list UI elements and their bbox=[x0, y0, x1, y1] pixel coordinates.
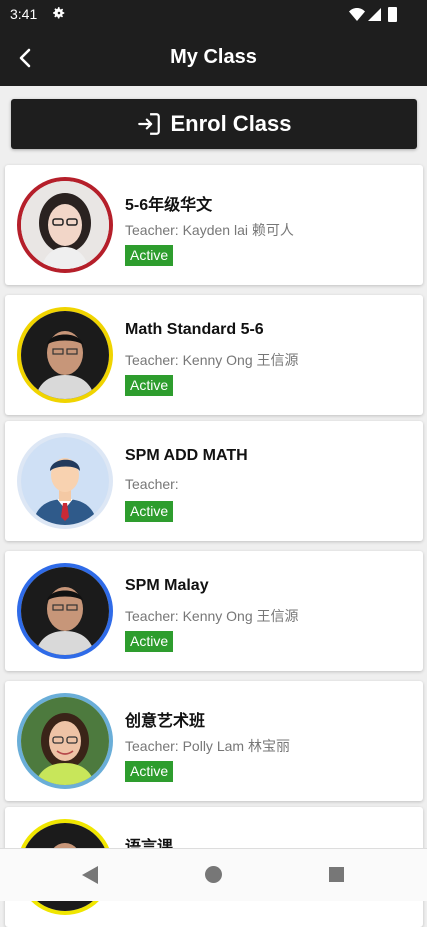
status-bar: 3:41 bbox=[0, 0, 427, 30]
class-card[interactable]: Math Standard 5-6 Teacher: Kenny Ong 王信源… bbox=[5, 295, 423, 415]
status-badge: Active bbox=[125, 761, 174, 782]
status-badge: Active bbox=[125, 245, 174, 266]
nav-back-icon[interactable] bbox=[82, 866, 98, 884]
gear-icon bbox=[53, 7, 65, 19]
class-teacher: Teacher: Polly Lam 林宝丽 bbox=[125, 738, 290, 754]
avatar bbox=[17, 307, 113, 403]
system-nav-bar bbox=[0, 848, 427, 901]
class-name: 创意艺术班 bbox=[125, 713, 206, 730]
class-card[interactable]: 5-6年级华文 Teacher: Kayden lai 赖可人 Active bbox=[5, 165, 423, 285]
nav-recents-icon[interactable] bbox=[329, 867, 344, 882]
class-name: SPM ADD MATH bbox=[125, 447, 248, 464]
enrol-class-button[interactable]: Enrol Class bbox=[11, 99, 417, 149]
battery-icon bbox=[388, 7, 397, 22]
status-badge: Active bbox=[125, 375, 174, 396]
class-card[interactable]: 创意艺术班 Teacher: Polly Lam 林宝丽 Active bbox=[5, 681, 423, 801]
enrol-class-label: Enrol Class bbox=[170, 111, 292, 136]
status-time: 3:41 bbox=[10, 6, 38, 22]
login-icon bbox=[138, 113, 161, 135]
avatar bbox=[17, 177, 113, 273]
page-title: My Class bbox=[170, 46, 257, 68]
class-teacher: Teacher: bbox=[125, 476, 179, 492]
class-name: Math Standard 5-6 bbox=[125, 321, 264, 338]
class-name: SPM Malay bbox=[125, 577, 209, 594]
class-teacher: Teacher: Kenny Ong 王信源 bbox=[125, 608, 299, 624]
class-teacher: Teacher: Kenny Ong 王信源 bbox=[125, 352, 299, 368]
avatar bbox=[17, 693, 113, 789]
class-card[interactable]: SPM ADD MATH Teacher: Active bbox=[5, 421, 423, 541]
class-teacher: Teacher: Kayden lai 赖可人 bbox=[125, 222, 294, 238]
avatar bbox=[17, 563, 113, 659]
signal-icon bbox=[368, 8, 381, 21]
app-bar: My Class bbox=[0, 30, 427, 86]
nav-home-icon[interactable] bbox=[205, 866, 222, 883]
avatar bbox=[17, 433, 113, 529]
status-badge: Active bbox=[125, 501, 174, 522]
wifi-icon bbox=[349, 8, 365, 21]
class-card[interactable]: SPM Malay Teacher: Kenny Ong 王信源 Active bbox=[5, 551, 423, 671]
class-name: 5-6年级华文 bbox=[125, 197, 213, 214]
status-badge: Active bbox=[125, 631, 174, 652]
